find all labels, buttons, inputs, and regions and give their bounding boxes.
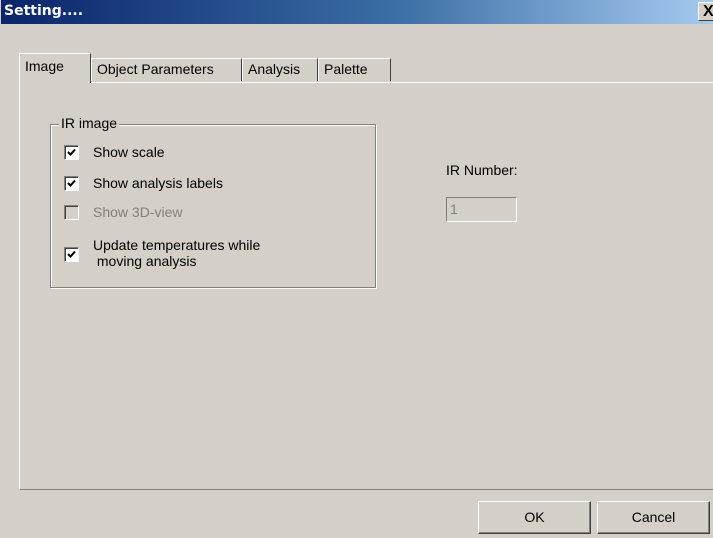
show-scale-checkbox[interactable] <box>64 145 79 160</box>
checkmark-icon <box>67 179 76 187</box>
ir-number-field: 1 <box>446 197 517 222</box>
show-3d-view-checkbox <box>64 205 79 220</box>
checkmark-icon <box>67 250 76 258</box>
close-button[interactable]: X <box>698 2 713 21</box>
update-temperatures-label-line1: Update temperatures while <box>93 237 261 253</box>
tab-analysis-label: Analysis <box>248 61 301 77</box>
update-temperatures-checkbox[interactable] <box>64 247 79 262</box>
show-analysis-labels-label: Show analysis labels <box>93 175 223 191</box>
show-analysis-labels-checkbox[interactable] <box>64 176 79 191</box>
tab-analysis[interactable]: Analysis <box>242 58 318 81</box>
tab-image[interactable]: Image <box>19 53 91 83</box>
tab-palette-label: Palette <box>324 61 368 77</box>
dialog-title: Setting.... <box>4 3 84 19</box>
update-temperatures-label-line2: moving analysis <box>93 253 197 269</box>
tab-palette[interactable]: Palette <box>318 58 391 81</box>
cancel-button[interactable]: Cancel <box>597 501 710 534</box>
settings-dialog: Setting.... X Image Object Parameters An… <box>0 0 713 538</box>
ok-button[interactable]: OK <box>478 501 591 534</box>
checkmark-icon <box>67 148 76 156</box>
ir-number-label: IR Number: <box>446 162 518 178</box>
ir-image-group-legend: IR image <box>59 114 120 132</box>
tab-object-parameters-label: Object Parameters <box>97 61 214 77</box>
update-temperatures-label: Update temperatures while moving analysi… <box>93 237 260 269</box>
tab-object-parameters[interactable]: Object Parameters <box>91 58 242 81</box>
title-bar: Setting.... X <box>1 0 713 24</box>
show-3d-view-label: Show 3D-view <box>93 204 183 220</box>
tab-image-label: Image <box>25 58 64 74</box>
close-icon: X <box>703 3 713 20</box>
show-scale-label: Show scale <box>93 144 165 160</box>
